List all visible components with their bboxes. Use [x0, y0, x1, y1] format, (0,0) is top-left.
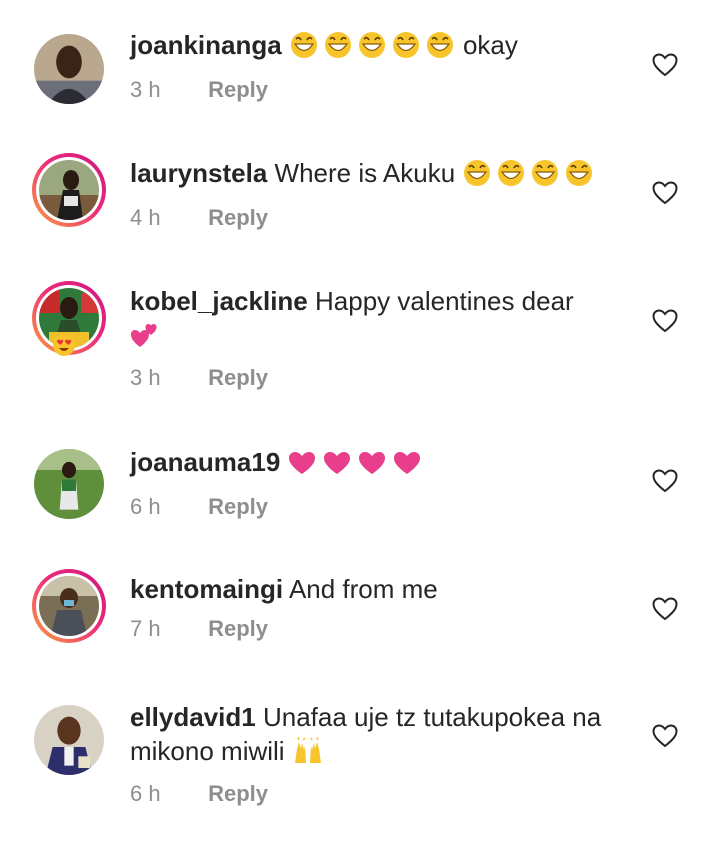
reply-button[interactable]: Reply	[208, 205, 268, 230]
comment-username[interactable]: kentomaingi	[130, 574, 283, 604]
comment-username[interactable]: joanauma19	[130, 447, 280, 477]
avatar[interactable]	[32, 153, 106, 227]
laughing-emoji-icon	[462, 159, 600, 195]
comment-timestamp: 3 h	[130, 77, 161, 102]
raising-hands-emoji-icon	[292, 736, 324, 773]
like-heart-icon[interactable]	[652, 53, 678, 77]
avatar[interactable]	[32, 447, 106, 521]
like-heart-icon[interactable]	[652, 469, 678, 493]
profile-photo-woman-icon	[34, 449, 104, 519]
comment-timestamp: 6 h	[130, 494, 161, 519]
comment-username[interactable]: ellydavid1	[130, 702, 256, 732]
comment-timestamp: 7 h	[130, 616, 161, 641]
laughing-emoji-icon	[289, 31, 461, 67]
profile-photo-woman-icon	[39, 160, 99, 220]
comment-username[interactable]: joankinanga	[130, 30, 282, 60]
reply-button[interactable]: Reply	[208, 494, 268, 519]
heart-eyes-emoji-icon	[53, 334, 75, 356]
like-heart-icon[interactable]	[652, 309, 678, 333]
avatar[interactable]	[32, 703, 106, 777]
avatar[interactable]	[32, 32, 106, 106]
reply-button[interactable]: Reply	[208, 77, 268, 102]
reply-button[interactable]: Reply	[208, 365, 268, 390]
like-heart-icon[interactable]	[652, 597, 678, 621]
comment-username[interactable]: laurynstela	[130, 158, 267, 188]
heart-emoji-icon	[288, 450, 422, 484]
comment-timestamp: 4 h	[130, 205, 161, 230]
reply-button[interactable]: Reply	[208, 781, 268, 806]
comment-text: okay	[462, 30, 518, 60]
profile-photo-man-icon	[34, 705, 104, 775]
profile-photo-woman-icon	[34, 34, 104, 104]
profile-photo-man-icon	[39, 576, 99, 636]
like-heart-icon[interactable]	[652, 724, 678, 748]
comment-timestamp: 3 h	[130, 365, 161, 390]
comment-text: Where is Akuku	[274, 158, 456, 188]
two-hearts-emoji-icon	[130, 321, 160, 357]
reply-button[interactable]: Reply	[208, 616, 268, 641]
comment-timestamp: 6 h	[130, 781, 161, 806]
comment-text: And from me	[288, 574, 438, 604]
avatar[interactable]	[32, 281, 106, 356]
comment-text: Happy valentines dear	[315, 286, 574, 316]
avatar[interactable]	[32, 569, 106, 643]
like-heart-icon[interactable]	[652, 181, 678, 205]
comment-username[interactable]: kobel_jackline	[130, 286, 308, 316]
